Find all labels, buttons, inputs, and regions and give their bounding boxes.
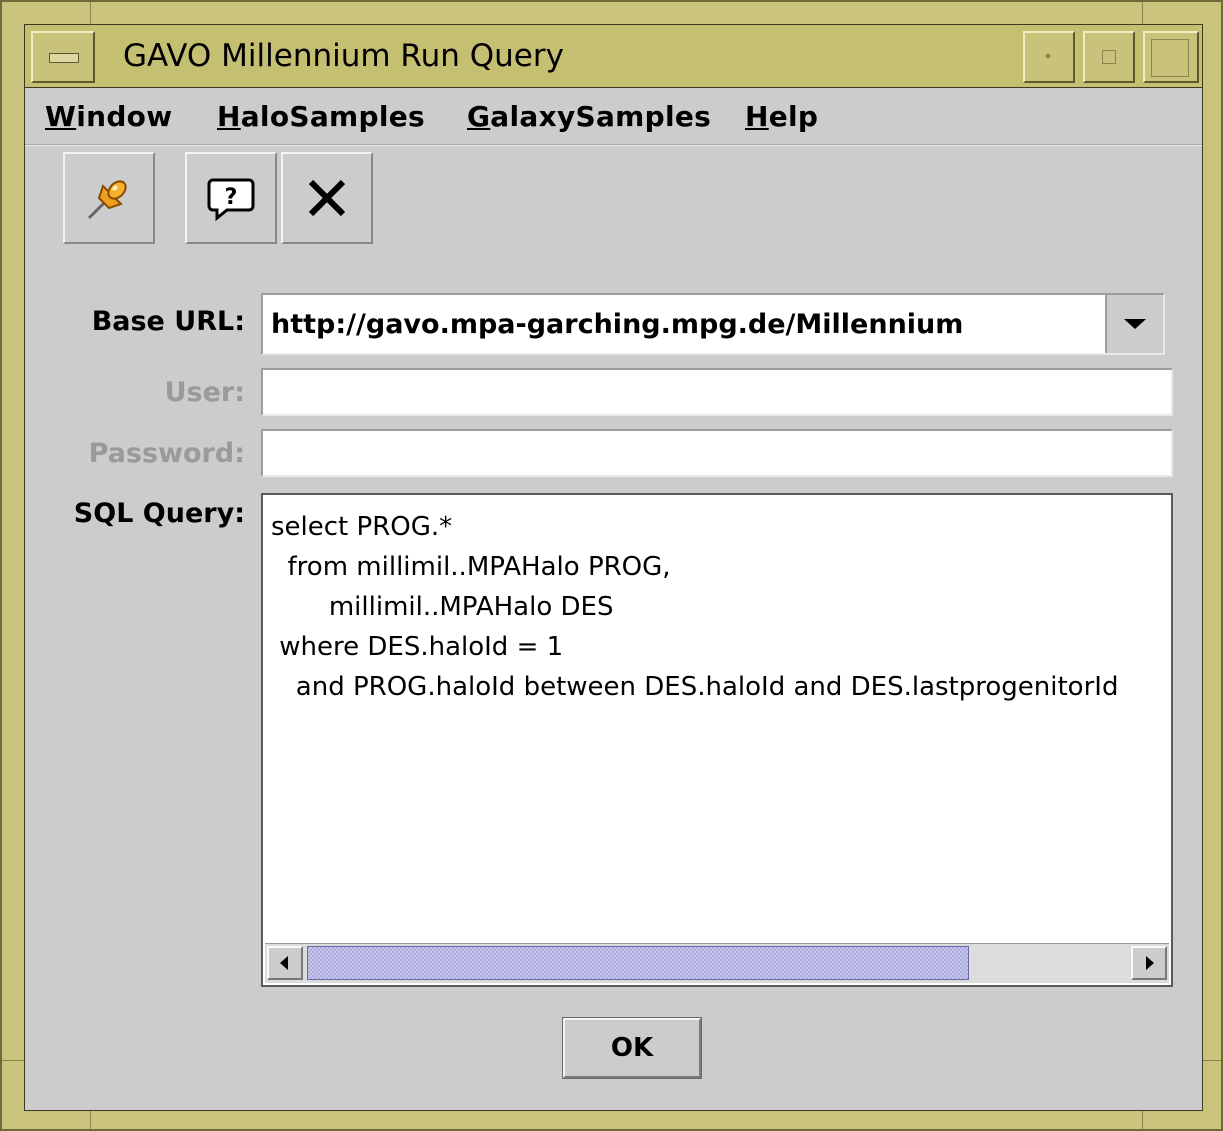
window-title: GAVO Millennium Run Query — [123, 38, 564, 74]
shade-icon — [1151, 39, 1189, 77]
pushpin-icon — [87, 180, 127, 220]
svg-text:?: ? — [225, 185, 238, 210]
minimize-button[interactable] — [1023, 31, 1075, 83]
pin-button[interactable] — [63, 152, 155, 244]
window-menu-icon — [49, 53, 79, 63]
title-bar[interactable]: GAVO Millennium Run Query — [24, 24, 1203, 88]
base-url-dropdown-button[interactable] — [1105, 295, 1163, 353]
sql-query-text[interactable]: select PROG.* from millimil..MPAHalo PRO… — [263, 495, 1171, 707]
maximize-icon — [1102, 50, 1116, 64]
menu-bar: Window HaloSamples GalaxySamples Help — [25, 88, 1202, 145]
base-url-combo[interactable]: http://gavo.mpa-garching.mpg.de/Millenni… — [261, 293, 1165, 355]
maximize-button[interactable] — [1083, 31, 1135, 83]
arrow-left-icon — [280, 956, 288, 970]
window-frame: GAVO Millennium Run Query Window HaloSam… — [0, 0, 1223, 1131]
menu-help[interactable]: Help — [745, 100, 818, 133]
chevron-down-icon — [1124, 319, 1146, 329]
base-url-label: Base URL: — [91, 306, 245, 337]
scrollbar-thumb[interactable] — [307, 946, 969, 980]
sql-query-label: SQL Query: — [73, 498, 245, 529]
user-field[interactable] — [261, 368, 1173, 416]
base-url-value[interactable]: http://gavo.mpa-garching.mpg.de/Millenni… — [271, 295, 963, 355]
close-icon — [308, 179, 346, 217]
help-button[interactable]: ? — [185, 152, 277, 244]
arrow-right-icon — [1146, 956, 1154, 970]
password-field[interactable] — [261, 429, 1173, 477]
ok-button[interactable]: OK — [562, 1017, 702, 1079]
close-button[interactable] — [281, 152, 373, 244]
user-label: User: — [164, 377, 245, 408]
dialog-content: Window HaloSamples GalaxySamples Help ? — [24, 88, 1203, 1111]
password-label: Password: — [88, 438, 245, 469]
window-shade-button[interactable] — [1143, 31, 1199, 83]
sql-query-textarea[interactable]: select PROG.* from millimil..MPAHalo PRO… — [261, 493, 1173, 987]
menu-halosamples[interactable]: HaloSamples — [217, 100, 425, 133]
menu-window[interactable]: Window — [45, 100, 172, 133]
horizontal-scrollbar[interactable] — [265, 943, 1169, 983]
help-icon: ? — [207, 178, 255, 222]
scroll-right-button[interactable] — [1131, 946, 1167, 980]
menu-galaxysamples[interactable]: GalaxySamples — [467, 100, 711, 133]
scroll-left-button[interactable] — [267, 946, 303, 980]
minimize-icon — [1046, 54, 1050, 58]
window-menu-button[interactable] — [31, 31, 95, 83]
